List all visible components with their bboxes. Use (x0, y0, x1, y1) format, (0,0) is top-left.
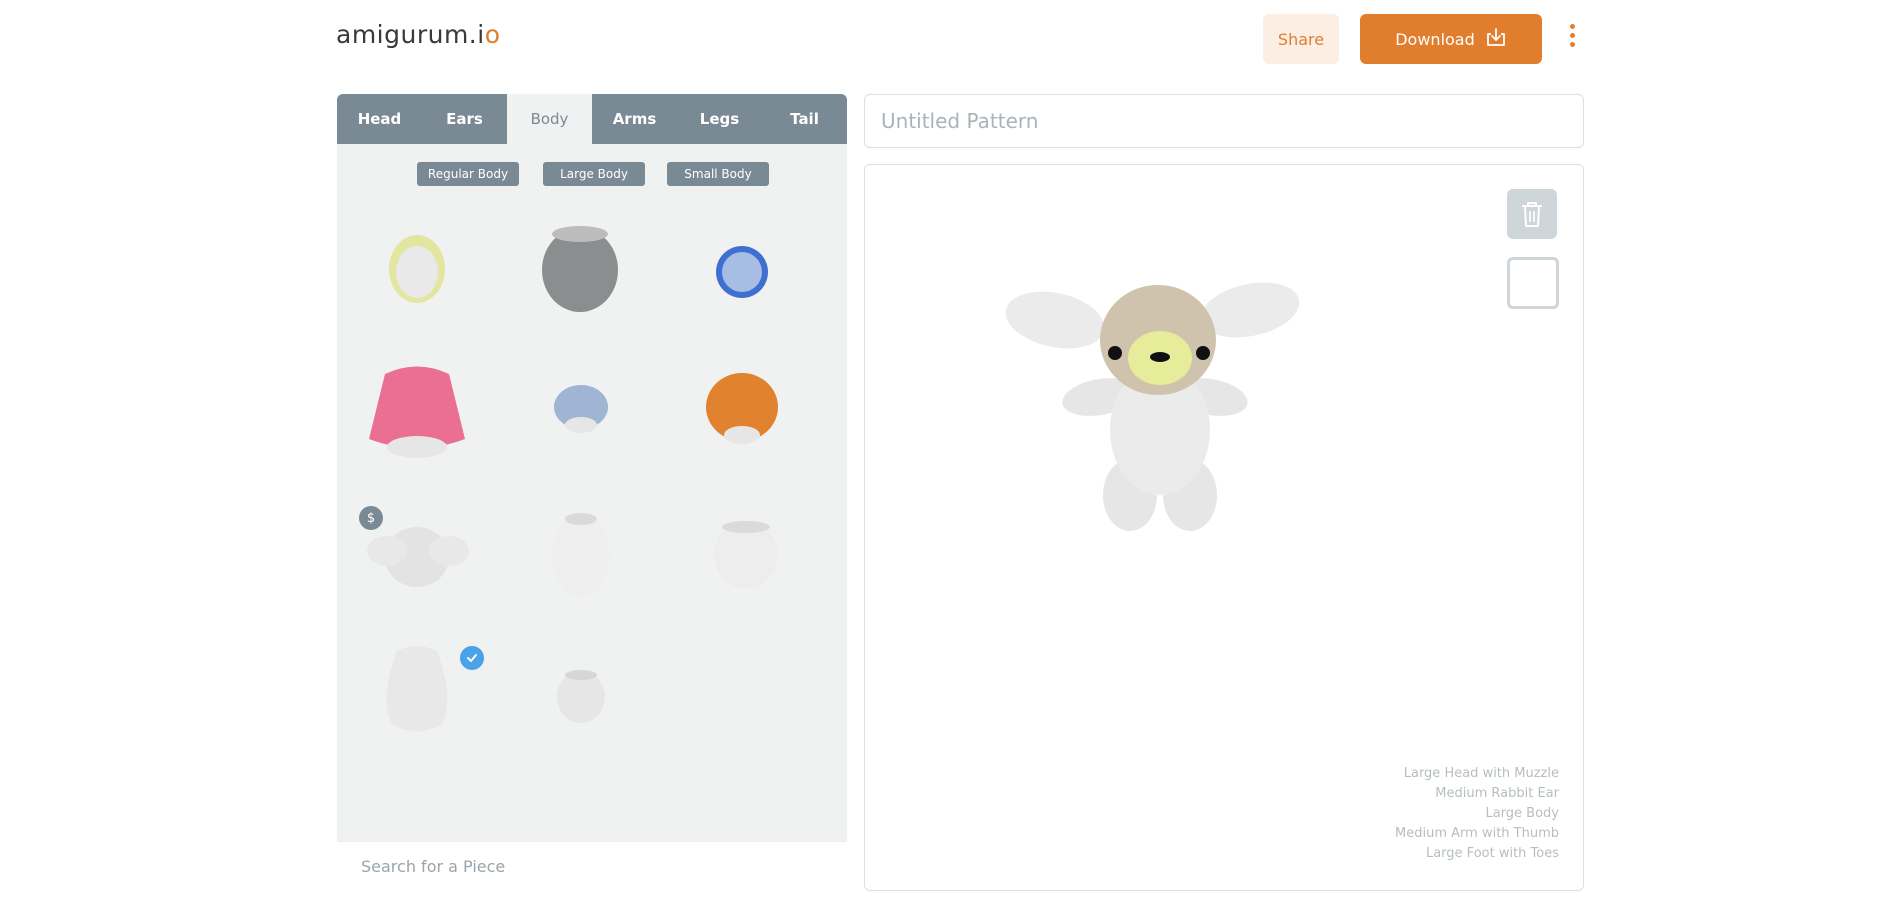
trash-icon[interactable] (1507, 189, 1557, 239)
app-logo[interactable]: amigurum.io (336, 20, 501, 49)
share-label: Share (1277, 29, 1325, 49)
search-placeholder: Search for a Piece (361, 857, 506, 876)
piece-body-large[interactable] (352, 629, 482, 749)
pieces-used-item: Large Foot with Toes (1425, 846, 1559, 861)
tab-head[interactable]: Head (337, 94, 422, 144)
app-header: amigurum.io Share Download (0, 0, 1898, 80)
pieces-used-item: Medium Arm with Thumb (1395, 826, 1559, 841)
pattern-title-input[interactable]: Untitled Pattern (864, 94, 1584, 148)
check-circle-icon (460, 646, 484, 670)
piece-body-pink-cone[interactable] (352, 349, 482, 469)
logo-accent: o (484, 20, 501, 49)
body-size-filters: Regular Body Large Body Small Body (337, 162, 847, 186)
download-label: Download (1395, 29, 1475, 49)
filter-small-body[interactable]: Small Body (667, 162, 769, 186)
model-viewer[interactable]: Large Head with Muzzle Medium Rabbit Ear… (864, 164, 1584, 891)
piece-library-panel: Head Ears Body Arms Legs Tail Regular Bo… (337, 94, 847, 891)
download-button[interactable]: Download (1360, 14, 1542, 64)
logo-text: amigurum.i (336, 20, 485, 49)
tab-tail[interactable]: Tail (762, 94, 847, 144)
dollar-icon: $ (359, 506, 383, 530)
piece-body-wide-white[interactable] (679, 489, 809, 609)
tab-arms[interactable]: Arms (592, 94, 677, 144)
piece-body-small-white[interactable] (515, 629, 645, 749)
category-tabs: Head Ears Body Arms Legs Tail (337, 94, 847, 144)
piece-body-yellow-rim[interactable] (352, 204, 482, 324)
pieces-used-item: Large Body (1485, 806, 1559, 821)
tab-body[interactable]: Body (507, 94, 592, 144)
piece-body-tall-white[interactable] (515, 489, 645, 609)
pieces-used-item: Large Head with Muzzle (1403, 766, 1559, 781)
filter-regular-body[interactable]: Regular Body (417, 162, 519, 186)
piece-body-blue-rim[interactable] (679, 204, 809, 324)
share-button[interactable]: Share (1263, 14, 1339, 64)
amigurumi-model (1005, 275, 1305, 545)
search-input[interactable]: Search for a Piece (337, 841, 847, 891)
pattern-title-placeholder: Untitled Pattern (881, 109, 1039, 133)
more-vertical-icon[interactable] (1562, 24, 1582, 54)
filter-large-body[interactable]: Large Body (543, 162, 645, 186)
pieces-used-list: Large Head with Muzzle Medium Rabbit Ear… (1395, 764, 1559, 864)
square-icon[interactable] (1507, 257, 1559, 309)
tab-ears[interactable]: Ears (422, 94, 507, 144)
pieces-used-item: Medium Rabbit Ear (1435, 786, 1559, 801)
piece-body-orange[interactable] (679, 349, 809, 469)
tab-legs[interactable]: Legs (677, 94, 762, 144)
piece-body-small-blue[interactable] (515, 349, 645, 469)
piece-body-grey[interactable] (515, 204, 645, 324)
download-icon (1485, 27, 1507, 51)
